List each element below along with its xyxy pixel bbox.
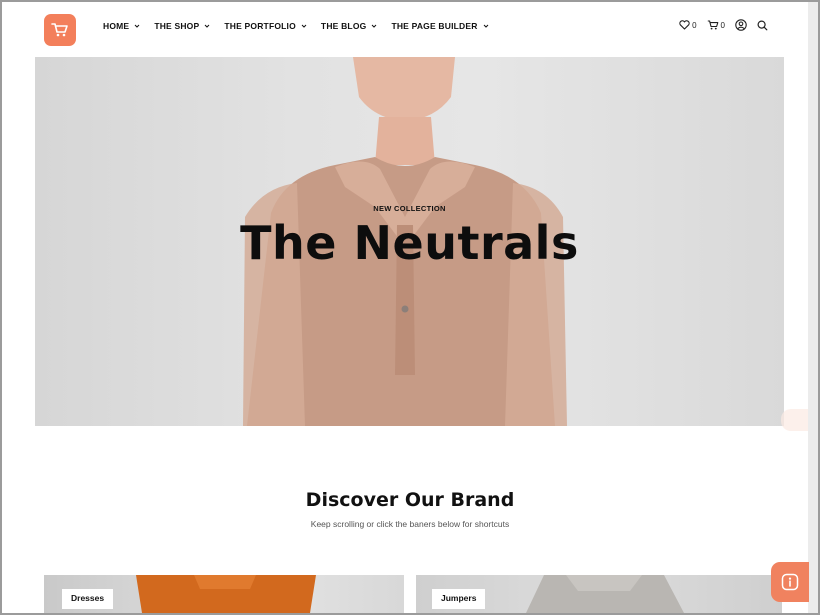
card-label: Dresses xyxy=(62,589,114,609)
site-logo[interactable] xyxy=(44,14,76,46)
hero-banner[interactable]: NEW COLLECTION The Neutrals xyxy=(35,57,784,426)
chevron-down-icon xyxy=(372,24,377,28)
info-icon xyxy=(781,573,799,591)
nav-item-label: HOME xyxy=(103,21,130,31)
main-nav: HOME THE SHOP THE PORTFOLIO THE BLOG THE… xyxy=(103,21,489,31)
nav-item-blog[interactable]: THE BLOG xyxy=(321,21,378,31)
header-utilities: 0 0 xyxy=(679,19,768,31)
chevron-down-icon xyxy=(134,24,140,28)
chevron-down-icon xyxy=(205,24,210,28)
wishlist-button[interactable]: 0 xyxy=(679,20,697,30)
heart-icon xyxy=(679,20,690,30)
nav-item-label: THE SHOP xyxy=(154,21,200,31)
nav-item-label: THE BLOG xyxy=(320,21,367,31)
nav-item-shop[interactable]: THE SHOP xyxy=(154,21,210,31)
search-icon xyxy=(757,19,768,30)
section-subtitle: Keep scrolling or click the baners below… xyxy=(310,519,510,529)
nav-item-portfolio[interactable]: THE PORTFOLIO xyxy=(224,21,307,31)
shopping-cart-icon xyxy=(51,23,68,37)
hero-eyebrow: NEW COLLECTION xyxy=(373,204,446,213)
chevron-down-icon xyxy=(483,24,488,28)
cart-button[interactable]: 0 xyxy=(707,20,725,30)
nav-item-page-builder[interactable]: THE PAGE BUILDER xyxy=(391,21,488,31)
category-card-dresses[interactable]: Dresses xyxy=(44,575,404,613)
card-label: Jumpers xyxy=(432,589,486,609)
hero-title: The Neutrals xyxy=(240,216,579,270)
side-panel-tab[interactable] xyxy=(781,409,808,431)
nav-item-home[interactable]: HOME xyxy=(103,21,140,31)
cart-icon xyxy=(707,20,718,30)
search-button[interactable] xyxy=(757,19,768,31)
user-icon xyxy=(735,19,747,31)
cart-count: 0 xyxy=(720,20,725,30)
section-title: Discover Our Brand xyxy=(305,489,515,511)
nav-item-label: THE PORTFOLIO xyxy=(224,21,296,31)
site-header: HOME THE SHOP THE PORTFOLIO THE BLOG THE… xyxy=(2,2,808,56)
wishlist-count: 0 xyxy=(692,20,697,30)
chevron-down-icon xyxy=(301,24,307,28)
nav-item-label: THE PAGE BUILDER xyxy=(391,21,478,31)
help-button[interactable] xyxy=(771,562,809,602)
category-card-jumpers[interactable]: Jumpers xyxy=(416,575,782,613)
account-button[interactable] xyxy=(735,19,747,31)
